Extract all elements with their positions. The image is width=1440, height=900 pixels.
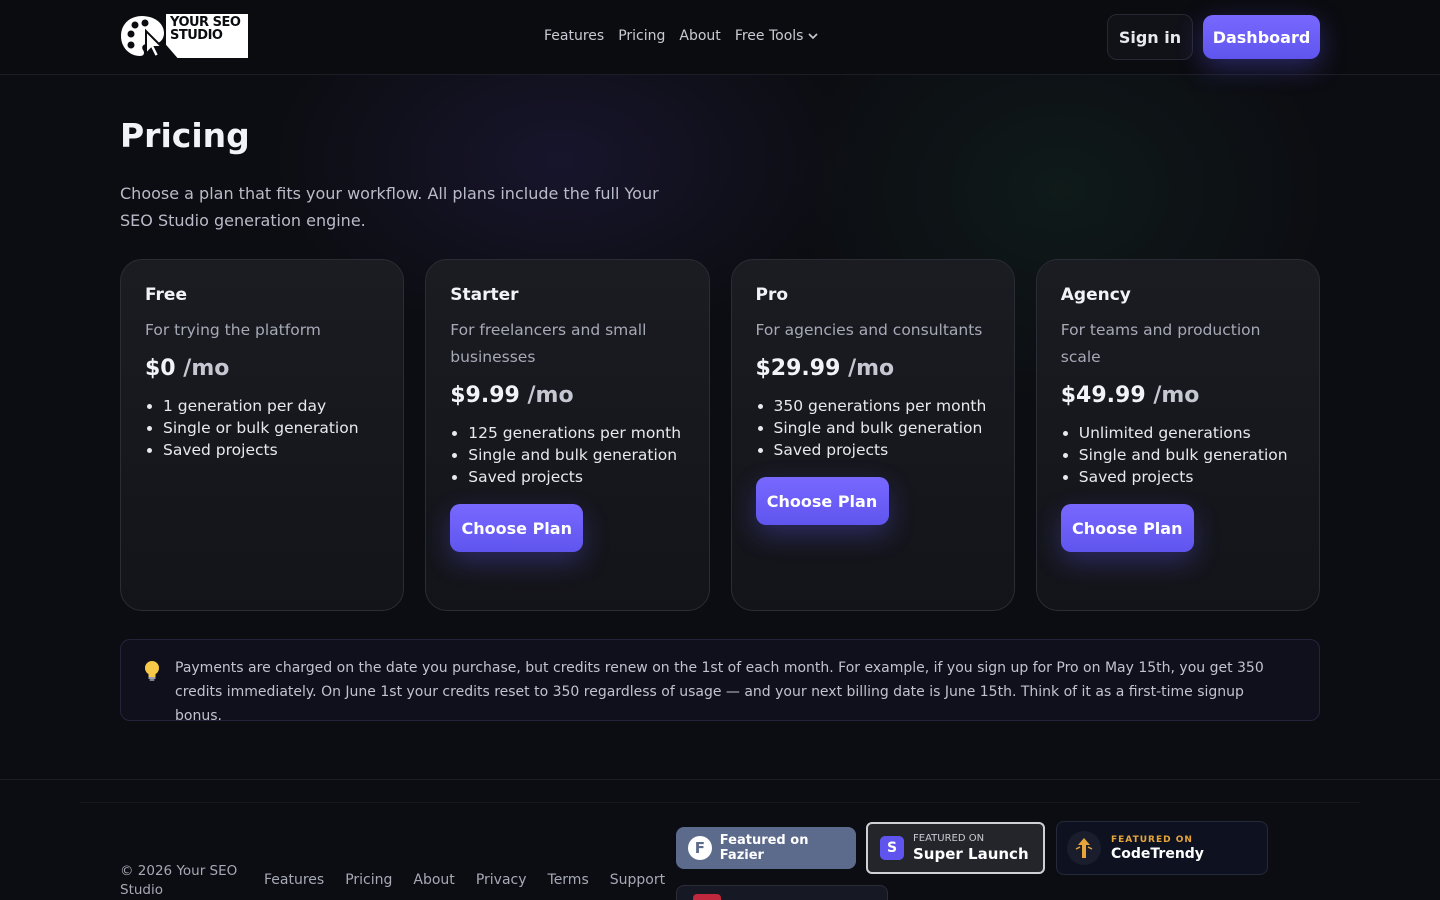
footer-divider (0, 779, 1440, 780)
plan-features: 350 generations per month Single and bul… (756, 395, 990, 461)
plan-card-pro: Pro For agencies and consultants $29.99 … (730, 259, 1015, 611)
footer-link-about[interactable]: About (413, 872, 454, 888)
plan-feature: Saved projects (163, 439, 379, 461)
plan-feature: 350 generations per month (774, 395, 990, 417)
plan-price: $9.99 /mo (450, 383, 684, 408)
plan-feature: 1 generation per day (163, 395, 379, 417)
dashboard-button[interactable]: Dashboard (1203, 15, 1320, 59)
pricing-cards: Free For trying the platform $0 /mo 1 ge… (120, 259, 1320, 611)
codetrendy-big: CodeTrendy (1111, 846, 1204, 862)
page-subtitle: Choose a plan that fits your workflow. A… (120, 184, 659, 230)
plan-price: $0 /mo (145, 356, 379, 381)
chevron-down-icon (808, 32, 819, 39)
plan-description: For teams and production scale (1060, 321, 1261, 366)
codetrendy-logo-icon (1067, 831, 1101, 865)
sign-in-button[interactable]: Sign in (1107, 14, 1193, 60)
plan-price: $29.99 /mo (756, 356, 990, 381)
plan-feature: Single and bulk generation (774, 417, 990, 439)
page-title: Pricing (120, 116, 250, 155)
partial-badge[interactable] (676, 885, 888, 900)
arrow-up-icon (1075, 838, 1093, 858)
plan-price-amount: $0 (145, 356, 176, 381)
super-launch-big: Super Launch (913, 845, 1029, 863)
fazier-badge[interactable]: F Featured on Fazier (676, 827, 856, 869)
codetrendy-badge[interactable]: FEATURED ON CodeTrendy (1056, 821, 1268, 875)
footer-link-pricing[interactable]: Pricing (345, 872, 392, 888)
partial-badge-logo-icon (693, 894, 721, 900)
site-logo[interactable]: YOUR SEO STUDIO (120, 14, 248, 58)
plan-feature: Single and bulk generation (1079, 444, 1295, 466)
super-launch-badge[interactable]: S FEATURED ON Super Launch (866, 822, 1045, 874)
footer-link-features[interactable]: Features (264, 872, 324, 888)
plan-price: $49.99 /mo (1061, 383, 1295, 408)
plan-feature: Single and bulk generation (468, 444, 684, 466)
plan-price-amount: $29.99 (755, 356, 841, 381)
plan-card-starter: Starter For freelancers and small busine… (425, 259, 710, 611)
nav-features[interactable]: Features (544, 28, 604, 44)
plan-feature: Unlimited generations (1079, 422, 1295, 444)
lightbulb-icon (145, 661, 159, 681)
nav-about[interactable]: About (679, 28, 720, 44)
top-navigation-bar: YOUR SEO STUDIO Features Pricing About F… (0, 0, 1440, 75)
super-launch-logo-icon: S (880, 836, 904, 860)
codetrendy-small: FEATURED ON (1111, 835, 1193, 845)
footer-inner-divider (80, 802, 1360, 803)
plan-feature: Saved projects (468, 466, 684, 488)
main-nav: Features Pricing About Free Tools (544, 28, 819, 44)
plan-feature: Single or bulk generation (163, 417, 379, 439)
footer-link-support[interactable]: Support (610, 872, 665, 888)
plan-features: Unlimited generations Single and bulk ge… (1061, 422, 1295, 488)
plan-card-free: Free For trying the platform $0 /mo 1 ge… (120, 259, 405, 611)
footer-copyright: © 2026 Your SEO Studio (120, 863, 238, 898)
plan-feature: Saved projects (1079, 466, 1295, 488)
fazier-badge-label: Featured on Fazier (719, 833, 809, 863)
footer-link-terms[interactable]: Terms (548, 872, 589, 888)
plan-feature: Saved projects (774, 439, 990, 461)
plan-price-amount: $9.99 (450, 383, 520, 408)
plan-price-period: /mo (527, 383, 574, 408)
plan-price-amount: $49.99 (1060, 383, 1146, 408)
plan-price-period: /mo (183, 356, 230, 381)
plan-description: For freelancers and small businesses (450, 321, 647, 366)
choose-plan-button-agency[interactable]: Choose Plan (1060, 504, 1194, 552)
codetrendy-badge-text: FEATURED ON CodeTrendy (1111, 834, 1204, 862)
plan-features: 125 generations per month Single and bul… (450, 422, 684, 488)
nav-free-tools-label: Free Tools (734, 28, 804, 44)
plan-price-period: /mo (1153, 383, 1200, 408)
plan-feature: 125 generations per month (468, 422, 684, 444)
plan-card-agency: Agency For teams and production scale $4… (1035, 259, 1320, 611)
billing-notice-text: Payments are charged on the date you pur… (175, 660, 1264, 724)
palette-cursor-icon (121, 16, 165, 58)
super-launch-badge-text: FEATURED ON Super Launch (913, 833, 1029, 863)
logo-wordmark: YOUR SEO STUDIO (170, 15, 241, 43)
fazier-logo-icon: F (688, 836, 712, 860)
plan-description: For trying the platform (145, 321, 321, 339)
plan-name: Starter (450, 285, 519, 305)
plan-name: Agency (1060, 285, 1131, 305)
nav-free-tools[interactable]: Free Tools (735, 28, 819, 44)
plan-description: For agencies and consultants (755, 321, 983, 339)
plan-features: 1 generation per day Single or bulk gene… (145, 395, 379, 461)
footer-links: Features Pricing About Privacy Terms Sup… (264, 872, 665, 888)
choose-plan-button-pro[interactable]: Choose Plan (755, 477, 889, 525)
choose-plan-button-starter[interactable]: Choose Plan (450, 504, 584, 552)
plan-name: Free (145, 285, 187, 305)
nav-pricing[interactable]: Pricing (618, 28, 665, 44)
plan-name: Pro (755, 285, 789, 305)
super-launch-small: FEATURED ON (913, 833, 985, 844)
footer-link-privacy[interactable]: Privacy (476, 872, 527, 888)
billing-notice: Payments are charged on the date you pur… (120, 639, 1320, 724)
plan-price-period: /mo (848, 356, 895, 381)
